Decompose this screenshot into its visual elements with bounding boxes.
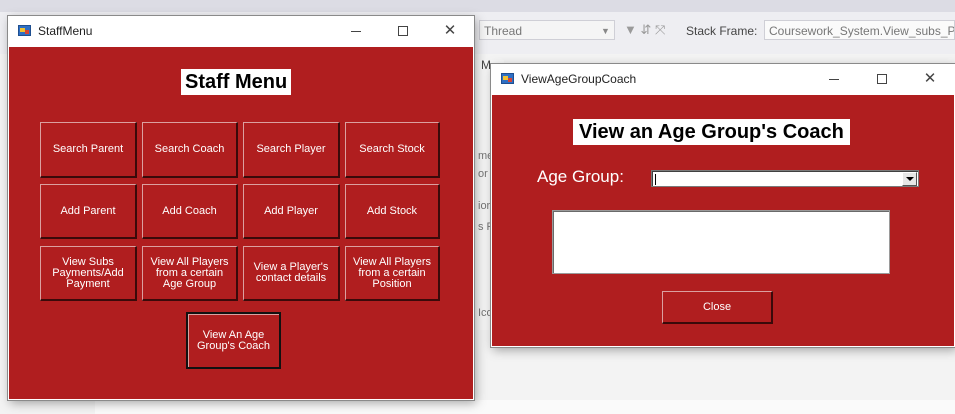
close-icon[interactable]: ✕ bbox=[427, 16, 473, 46]
close-icon[interactable]: ✕ bbox=[907, 64, 953, 94]
staff-menu-form: Staff Menu Search Parent Search Coach Se… bbox=[9, 47, 473, 399]
maximize-icon[interactable] bbox=[859, 64, 905, 94]
button-label-line: View An Age bbox=[202, 328, 265, 341]
stack-frame-label: Stack Frame: bbox=[686, 24, 758, 38]
text-caret bbox=[655, 174, 656, 185]
search-player-button[interactable]: Search Player bbox=[243, 122, 340, 178]
page-title: View an Age Group's Coach bbox=[573, 119, 850, 145]
ide-text-fragment: M bbox=[481, 58, 491, 72]
view-players-by-position-button[interactable]: View All Players from a certain Position bbox=[345, 246, 440, 301]
view-age-group-coach-form: View an Age Group's Coach Age Group: Clo… bbox=[492, 95, 954, 346]
thread-label: Thread bbox=[484, 24, 523, 38]
view-player-contact-button[interactable]: View a Player's contact details bbox=[243, 246, 340, 301]
button-label-line: Payment bbox=[66, 277, 110, 290]
button-label-line: View All Players bbox=[352, 255, 432, 268]
age-group-label: Age Group: bbox=[537, 167, 624, 186]
view-age-group-coach-button[interactable]: View An Age Group's Coach bbox=[186, 312, 281, 369]
button-label-line: from a certain bbox=[155, 266, 224, 279]
filter-icon[interactable]: ▼ ⇵ ⤧ bbox=[624, 22, 665, 38]
button-label-line: Position bbox=[372, 277, 412, 290]
button-label-line: View All Players bbox=[150, 255, 229, 268]
age-group-combobox[interactable] bbox=[651, 170, 919, 187]
close-button[interactable]: Close bbox=[662, 291, 773, 324]
add-player-button[interactable]: Add Player bbox=[243, 184, 340, 239]
window-title: ViewAgeGroupCoach bbox=[521, 72, 637, 86]
coach-result-textbox[interactable] bbox=[552, 210, 890, 274]
stack-frame-dropdown[interactable]: Coursework_System.View_subs_Pa bbox=[764, 20, 955, 40]
view-players-by-age-group-button[interactable]: View All Players from a certain Age Grou… bbox=[142, 246, 238, 301]
button-label-line: View Subs bbox=[62, 255, 114, 268]
minimize-icon[interactable] bbox=[333, 16, 379, 46]
app-icon bbox=[501, 73, 514, 84]
ide-text-fragment: or bbox=[478, 168, 488, 180]
add-coach-button[interactable]: Add Coach bbox=[142, 184, 238, 239]
staff-menu-window: StaffMenu ✕ Staff Menu Search Parent Sea… bbox=[8, 16, 474, 400]
window-title: StaffMenu bbox=[38, 24, 93, 38]
add-parent-button[interactable]: Add Parent bbox=[40, 184, 137, 239]
thread-dropdown[interactable]: Thread bbox=[479, 20, 615, 40]
button-label-line: Group's Coach bbox=[196, 339, 271, 352]
button-label-line: from a certain bbox=[358, 266, 426, 279]
app-icon bbox=[18, 25, 31, 36]
view-subs-payments-button[interactable]: View Subs Payments/Add Payment bbox=[40, 246, 137, 301]
debug-location-toolbar: Thread ▼ ▼ ⇵ ⤧ Stack Frame: Coursework_S… bbox=[473, 18, 955, 44]
chevron-down-icon[interactable] bbox=[902, 172, 917, 186]
button-label-line: contact details bbox=[255, 272, 327, 284]
title-bar[interactable]: ViewAgeGroupCoach ✕ bbox=[491, 64, 955, 94]
search-coach-button[interactable]: Search Coach bbox=[142, 122, 238, 178]
view-age-group-coach-window: ViewAgeGroupCoach ✕ View an Age Group's … bbox=[491, 64, 955, 347]
search-parent-button[interactable]: Search Parent bbox=[40, 122, 137, 178]
add-stock-button[interactable]: Add Stock bbox=[345, 184, 440, 239]
ide-text-fragment: ior bbox=[478, 200, 491, 212]
ide-bottom-panel bbox=[95, 400, 955, 414]
minimize-icon[interactable] bbox=[811, 64, 857, 94]
search-stock-button[interactable]: Search Stock bbox=[345, 122, 440, 178]
title-bar[interactable]: StaffMenu ✕ bbox=[8, 16, 474, 46]
ide-menu-strip bbox=[0, 0, 955, 12]
page-title: Staff Menu bbox=[181, 69, 292, 95]
button-label-line: Payments/Add bbox=[52, 266, 124, 279]
button-label-line: Age Group bbox=[162, 277, 217, 290]
maximize-icon[interactable] bbox=[380, 16, 426, 46]
thread-dropdown-arrow-icon[interactable]: ▼ bbox=[601, 26, 610, 36]
